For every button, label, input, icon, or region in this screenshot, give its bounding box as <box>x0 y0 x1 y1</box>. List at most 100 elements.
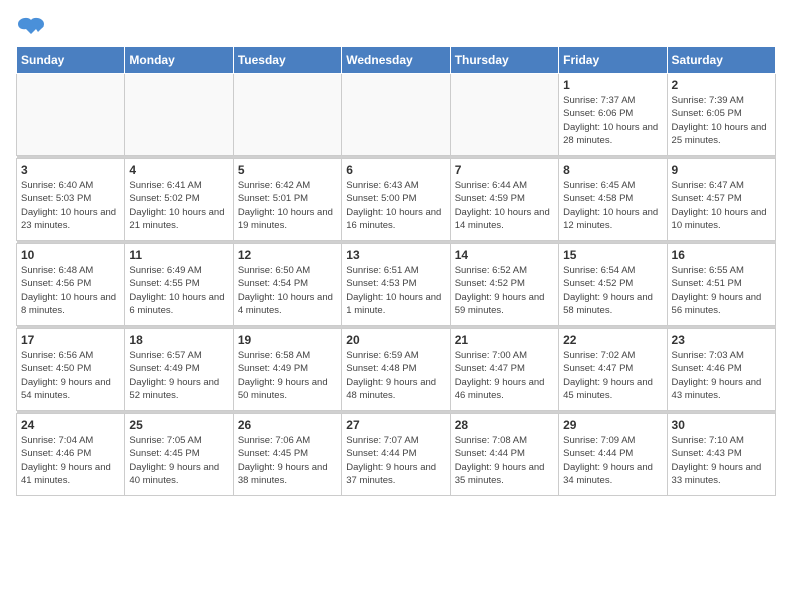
day-header-friday: Friday <box>559 47 667 74</box>
calendar-cell <box>17 74 125 156</box>
calendar-cell: 17 Sunrise: 6:56 AM Sunset: 4:50 PM Dayli… <box>17 329 125 411</box>
day-header-monday: Monday <box>125 47 233 74</box>
header <box>16 16 776 38</box>
calendar-week-1: 1 Sunrise: 7:37 AM Sunset: 6:06 PM Daylig… <box>17 74 776 156</box>
day-info: Sunrise: 6:54 AM Sunset: 4:52 PM Dayligh… <box>563 264 662 317</box>
day-header-saturday: Saturday <box>667 47 775 74</box>
day-info: Sunrise: 6:55 AM Sunset: 4:51 PM Dayligh… <box>672 264 771 317</box>
day-number: 7 <box>455 163 554 177</box>
calendar-cell: 5 Sunrise: 6:42 AM Sunset: 5:01 PM Daylig… <box>233 159 341 241</box>
day-info: Sunrise: 6:44 AM Sunset: 4:59 PM Dayligh… <box>455 179 554 232</box>
calendar-cell: 10 Sunrise: 6:48 AM Sunset: 4:56 PM Dayli… <box>17 244 125 326</box>
day-number: 13 <box>346 248 445 262</box>
calendar-cell <box>233 74 341 156</box>
calendar-cell: 7 Sunrise: 6:44 AM Sunset: 4:59 PM Daylig… <box>450 159 558 241</box>
day-number: 15 <box>563 248 662 262</box>
day-number: 27 <box>346 418 445 432</box>
calendar-cell: 23 Sunrise: 7:03 AM Sunset: 4:46 PM Dayli… <box>667 329 775 411</box>
day-number: 23 <box>672 333 771 347</box>
calendar-cell: 19Sunrise: 6:58 AM Sunset: 4:49 PM Dayli… <box>233 329 341 411</box>
day-header-sunday: Sunday <box>17 47 125 74</box>
calendar-cell: 15 Sunrise: 6:54 AM Sunset: 4:52 PM Dayli… <box>559 244 667 326</box>
day-number: 14 <box>455 248 554 262</box>
day-number: 16 <box>672 248 771 262</box>
calendar-cell: 30 Sunrise: 7:10 AM Sunset: 4:43 PM Dayli… <box>667 414 775 496</box>
calendar-week-5: 24Sunrise: 7:04 AM Sunset: 4:46 PM Dayli… <box>17 414 776 496</box>
calendar-week-4: 17 Sunrise: 6:56 AM Sunset: 4:50 PM Dayli… <box>17 329 776 411</box>
calendar-cell: 16 Sunrise: 6:55 AM Sunset: 4:51 PM Dayli… <box>667 244 775 326</box>
day-info: Sunrise: 7:37 AM Sunset: 6:06 PM Dayligh… <box>563 94 662 147</box>
calendar-header-row: SundayMondayTuesdayWednesdayThursdayFrid… <box>17 47 776 74</box>
calendar-cell: 24Sunrise: 7:04 AM Sunset: 4:46 PM Dayli… <box>17 414 125 496</box>
calendar-cell: 27 Sunrise: 7:07 AM Sunset: 4:44 PM Dayli… <box>342 414 450 496</box>
day-info: Sunrise: 7:06 AM Sunset: 4:45 PM Dayligh… <box>238 434 337 487</box>
calendar-week-2: 3 Sunrise: 6:40 AM Sunset: 5:03 PM Daylig… <box>17 159 776 241</box>
calendar: SundayMondayTuesdayWednesdayThursdayFrid… <box>16 46 776 496</box>
day-info: Sunrise: 7:02 AM Sunset: 4:47 PM Dayligh… <box>563 349 662 402</box>
day-number: 9 <box>672 163 771 177</box>
day-info: Sunrise: 6:40 AM Sunset: 5:03 PM Dayligh… <box>21 179 120 232</box>
day-number: 3 <box>21 163 120 177</box>
calendar-cell: 9Sunrise: 6:47 AM Sunset: 4:57 PM Daylig… <box>667 159 775 241</box>
day-info: Sunrise: 6:42 AM Sunset: 5:01 PM Dayligh… <box>238 179 337 232</box>
calendar-cell: 3 Sunrise: 6:40 AM Sunset: 5:03 PM Daylig… <box>17 159 125 241</box>
calendar-cell: 25 Sunrise: 7:05 AM Sunset: 4:45 PM Dayli… <box>125 414 233 496</box>
day-info: Sunrise: 7:00 AM Sunset: 4:47 PM Dayligh… <box>455 349 554 402</box>
day-number: 29 <box>563 418 662 432</box>
calendar-cell: 26 Sunrise: 7:06 AM Sunset: 4:45 PM Dayli… <box>233 414 341 496</box>
calendar-cell: 22Sunrise: 7:02 AM Sunset: 4:47 PM Dayli… <box>559 329 667 411</box>
calendar-cell: 11 Sunrise: 6:49 AM Sunset: 4:55 PM Dayli… <box>125 244 233 326</box>
calendar-cell: 28Sunrise: 7:08 AM Sunset: 4:44 PM Dayli… <box>450 414 558 496</box>
day-info: Sunrise: 6:58 AM Sunset: 4:49 PM Dayligh… <box>238 349 337 402</box>
day-number: 12 <box>238 248 337 262</box>
day-number: 1 <box>563 78 662 92</box>
day-number: 11 <box>129 248 228 262</box>
day-info: Sunrise: 7:07 AM Sunset: 4:44 PM Dayligh… <box>346 434 445 487</box>
day-number: 4 <box>129 163 228 177</box>
day-info: Sunrise: 7:39 AM Sunset: 6:05 PM Dayligh… <box>672 94 771 147</box>
day-number: 25 <box>129 418 228 432</box>
day-info: Sunrise: 6:56 AM Sunset: 4:50 PM Dayligh… <box>21 349 120 402</box>
day-info: Sunrise: 6:52 AM Sunset: 4:52 PM Dayligh… <box>455 264 554 317</box>
day-info: Sunrise: 6:41 AM Sunset: 5:02 PM Dayligh… <box>129 179 228 232</box>
day-header-thursday: Thursday <box>450 47 558 74</box>
day-number: 30 <box>672 418 771 432</box>
calendar-cell: 6Sunrise: 6:43 AM Sunset: 5:00 PM Daylig… <box>342 159 450 241</box>
day-header-tuesday: Tuesday <box>233 47 341 74</box>
day-info: Sunrise: 7:04 AM Sunset: 4:46 PM Dayligh… <box>21 434 120 487</box>
day-number: 28 <box>455 418 554 432</box>
day-info: Sunrise: 7:03 AM Sunset: 4:46 PM Dayligh… <box>672 349 771 402</box>
day-info: Sunrise: 7:10 AM Sunset: 4:43 PM Dayligh… <box>672 434 771 487</box>
calendar-cell: 1 Sunrise: 7:37 AM Sunset: 6:06 PM Daylig… <box>559 74 667 156</box>
day-number: 18 <box>129 333 228 347</box>
day-number: 20 <box>346 333 445 347</box>
calendar-cell <box>450 74 558 156</box>
calendar-cell: 2 Sunrise: 7:39 AM Sunset: 6:05 PM Daylig… <box>667 74 775 156</box>
day-number: 6 <box>346 163 445 177</box>
day-number: 26 <box>238 418 337 432</box>
day-number: 8 <box>563 163 662 177</box>
day-number: 5 <box>238 163 337 177</box>
calendar-cell: 4 Sunrise: 6:41 AM Sunset: 5:02 PM Daylig… <box>125 159 233 241</box>
day-info: Sunrise: 6:45 AM Sunset: 4:58 PM Dayligh… <box>563 179 662 232</box>
calendar-cell: 21 Sunrise: 7:00 AM Sunset: 4:47 PM Dayli… <box>450 329 558 411</box>
day-number: 17 <box>21 333 120 347</box>
day-info: Sunrise: 6:48 AM Sunset: 4:56 PM Dayligh… <box>21 264 120 317</box>
day-header-wednesday: Wednesday <box>342 47 450 74</box>
calendar-cell: 13 Sunrise: 6:51 AM Sunset: 4:53 PM Dayli… <box>342 244 450 326</box>
day-info: Sunrise: 6:51 AM Sunset: 4:53 PM Dayligh… <box>346 264 445 317</box>
calendar-cell <box>342 74 450 156</box>
day-info: Sunrise: 6:59 AM Sunset: 4:48 PM Dayligh… <box>346 349 445 402</box>
calendar-cell: 29Sunrise: 7:09 AM Sunset: 4:44 PM Dayli… <box>559 414 667 496</box>
day-info: Sunrise: 7:05 AM Sunset: 4:45 PM Dayligh… <box>129 434 228 487</box>
day-number: 2 <box>672 78 771 92</box>
day-info: Sunrise: 6:50 AM Sunset: 4:54 PM Dayligh… <box>238 264 337 317</box>
day-number: 10 <box>21 248 120 262</box>
calendar-cell: 20 Sunrise: 6:59 AM Sunset: 4:48 PM Dayli… <box>342 329 450 411</box>
logo <box>16 16 50 38</box>
day-number: 21 <box>455 333 554 347</box>
calendar-week-3: 10 Sunrise: 6:48 AM Sunset: 4:56 PM Dayli… <box>17 244 776 326</box>
logo-icon <box>16 16 46 38</box>
calendar-cell: 18Sunrise: 6:57 AM Sunset: 4:49 PM Dayli… <box>125 329 233 411</box>
day-info: Sunrise: 6:49 AM Sunset: 4:55 PM Dayligh… <box>129 264 228 317</box>
